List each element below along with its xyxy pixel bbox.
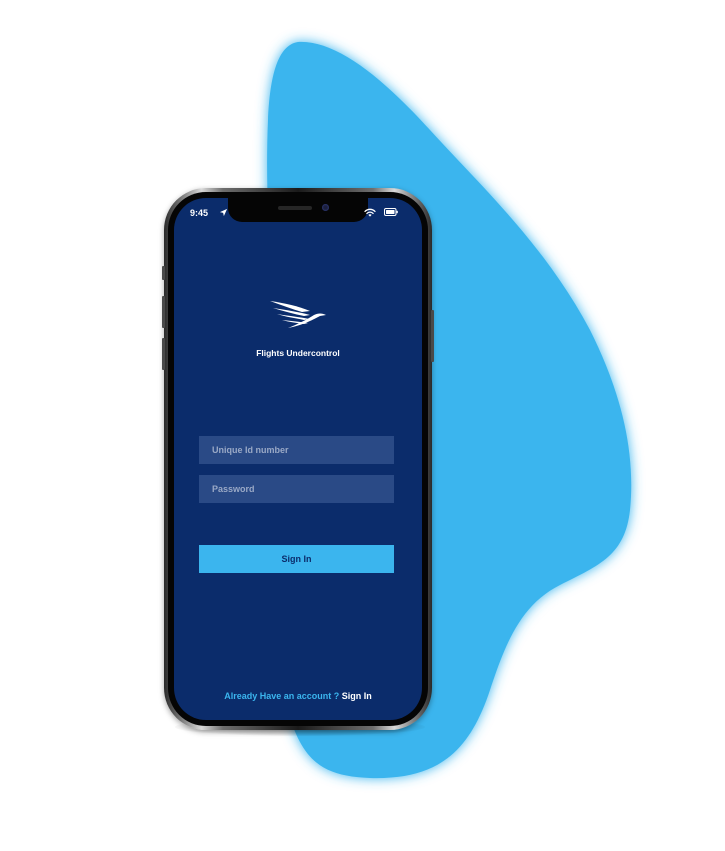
footer-signin-prompt: Already Have an account ? Sign In (174, 691, 422, 701)
volume-up-button (162, 296, 165, 328)
front-camera (322, 204, 329, 211)
power-button (431, 310, 434, 362)
volume-down-button (162, 338, 165, 370)
wifi-icon (364, 208, 376, 217)
location-arrow-icon (219, 208, 228, 217)
footer-sign-in-link[interactable]: Sign In (342, 691, 372, 701)
footer-prompt-text: Already Have an account ? (224, 691, 340, 701)
brand-name: Flights Undercontrol (256, 348, 340, 358)
phone-notch (228, 198, 368, 222)
unique-id-input[interactable] (199, 436, 394, 464)
bird-wing-logo-icon (270, 301, 326, 328)
password-input[interactable] (199, 475, 394, 503)
mute-switch (162, 266, 165, 280)
sign-in-button[interactable]: Sign In (199, 545, 394, 573)
battery-icon (384, 208, 398, 216)
status-time: 9:45 (190, 208, 209, 218)
mockup-stage: 9:45 Flights Undercontrol Unique Id numb… (0, 0, 725, 851)
speaker-grille (278, 206, 312, 210)
phone-screen: 9:45 Flights Undercontrol Unique Id numb… (174, 198, 422, 720)
phone-frame: 9:45 Flights Undercontrol Unique Id numb… (162, 188, 434, 730)
